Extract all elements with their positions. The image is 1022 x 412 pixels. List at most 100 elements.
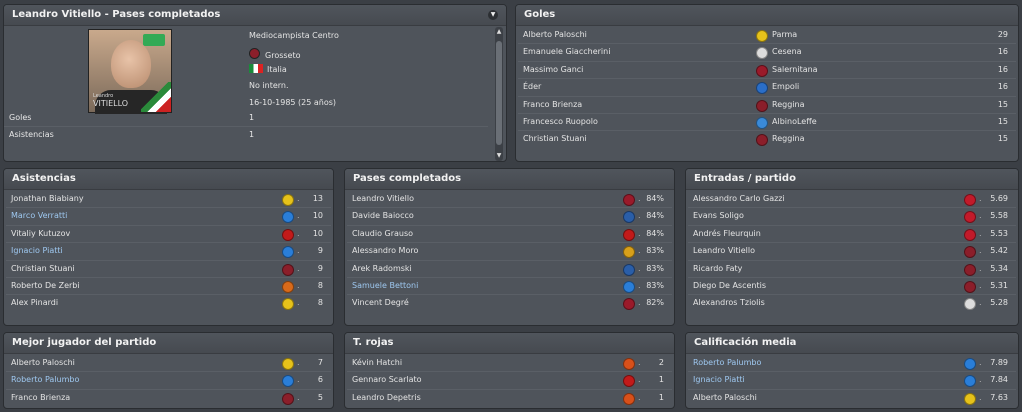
player-name[interactable]: Claudio Grauso <box>352 226 413 242</box>
club-badge-icon[interactable] <box>282 298 294 311</box>
club-badge-icon[interactable] <box>964 194 976 206</box>
entradas-row[interactable]: Leandro Vitiello. 5.42 <box>688 243 1016 261</box>
asistencias-row[interactable]: Marco Verratti. 10 <box>6 208 331 226</box>
mejor-row[interactable]: Alberto Paloschi. 7 <box>6 355 331 373</box>
club-badge-icon[interactable] <box>964 298 976 311</box>
player-name[interactable]: Roberto Palumbo <box>693 355 761 371</box>
player-name[interactable]: Vitaliy Kutuzov <box>11 226 70 242</box>
player-name[interactable]: Davide Baiocco <box>352 208 414 224</box>
club-badge-icon[interactable] <box>282 228 294 241</box>
player-name[interactable]: Leandro Vitiello <box>693 243 755 259</box>
club-badge-icon[interactable] <box>964 211 976 224</box>
player-name[interactable]: Franco Brienza <box>523 97 582 113</box>
player-name[interactable]: Alessandro Carlo Gazzi <box>693 191 785 207</box>
club-name[interactable]: Empoli <box>772 79 799 95</box>
asistencias-row[interactable]: Ignacio Piatti. 9 <box>6 243 331 261</box>
player-name[interactable]: Emanuele Giaccherini <box>523 44 610 60</box>
club-badge-icon[interactable] <box>756 134 768 147</box>
entradas-row[interactable]: Alessandro Carlo Gazzi. 5.69 <box>688 191 1016 209</box>
club-badge-icon[interactable] <box>756 47 768 60</box>
mejor-row[interactable]: Roberto Palumbo. 6 <box>6 372 331 390</box>
player-name[interactable]: Christian Stuani <box>11 261 75 277</box>
rojas-row[interactable]: Kévin Hatchi. 2 <box>347 355 672 373</box>
club-badge-icon[interactable] <box>282 280 294 293</box>
club-badge-icon[interactable] <box>282 194 294 206</box>
scroll-down-icon[interactable]: ▼ <box>495 152 503 160</box>
entradas-row[interactable]: Alexandros Tziolis. 5.28 <box>688 295 1016 311</box>
calificacion-row[interactable]: Ignacio Piatti. 7.84 <box>688 372 1016 390</box>
player-name[interactable]: Christian Stuani <box>523 131 587 147</box>
goles-row[interactable]: Christian Stuani Reggina 15 <box>518 131 1016 147</box>
entradas-row[interactable]: Andrés Fleurquin. 5.53 <box>688 226 1016 244</box>
club-badge-icon[interactable] <box>282 246 294 259</box>
club-badge-icon[interactable] <box>964 358 976 370</box>
club-badge-icon[interactable] <box>623 358 635 370</box>
mejor-row[interactable]: Franco Brienza. 5 <box>6 390 331 406</box>
player-name[interactable]: Jonathan Biabiany <box>11 191 84 207</box>
calificacion-row[interactable]: Alberto Paloschi. 7.63 <box>688 390 1016 406</box>
player-name[interactable]: Evans Soligo <box>693 208 744 224</box>
club-badge-icon[interactable] <box>623 392 635 405</box>
club-badge-icon[interactable] <box>282 392 294 405</box>
pases-row[interactable]: Davide Baiocco. 84% <box>347 208 672 226</box>
player-name[interactable]: Alexandros Tziolis <box>693 295 765 311</box>
player-name[interactable]: Ricardo Faty <box>693 261 742 277</box>
player-name[interactable]: Diego De Ascentis <box>693 278 766 294</box>
player-name[interactable]: Roberto De Zerbi <box>11 278 80 294</box>
player-name[interactable]: Samuele Bettoni <box>352 278 418 294</box>
club-badge-icon[interactable] <box>756 116 768 129</box>
club-badge-icon[interactable] <box>756 82 768 95</box>
player-name[interactable]: Arek Radomski <box>352 261 412 277</box>
goles-row[interactable]: Alberto Paloschi Parma 29 <box>518 27 1016 45</box>
player-name[interactable]: Leandro Depetris <box>352 390 421 406</box>
pases-row[interactable]: Samuele Bettoni. 83% <box>347 278 672 296</box>
club-name[interactable]: Reggina <box>772 131 804 147</box>
club-badge-icon[interactable] <box>282 263 294 276</box>
scroll-up-icon[interactable]: ▲ <box>495 28 503 36</box>
rojas-row[interactable]: Leandro Depetris. 1 <box>347 390 672 406</box>
pases-row[interactable]: Arek Radomski. 83% <box>347 261 672 278</box>
player-club[interactable]: Grosseto <box>249 48 301 60</box>
player-name[interactable]: Alex Pinardi <box>11 295 58 311</box>
pases-row[interactable]: Leandro Vitiello. 84% <box>347 191 672 209</box>
club-badge-icon[interactable] <box>623 298 635 311</box>
pases-row[interactable]: Vincent Degré. 82% <box>347 295 672 311</box>
club-badge-icon[interactable] <box>964 280 976 293</box>
player-name[interactable]: Éder <box>523 79 541 95</box>
player-name[interactable]: Roberto Palumbo <box>11 372 79 388</box>
club-name[interactable]: Parma <box>772 27 797 43</box>
player-name[interactable]: Alessandro Moro <box>352 243 418 259</box>
goles-row[interactable]: Massimo Ganci Salernitana 16 <box>518 62 1016 80</box>
club-name[interactable]: Salernitana <box>772 62 818 78</box>
club-badge-icon[interactable] <box>964 263 976 276</box>
rojas-row[interactable]: Gennaro Scarlato. 1 <box>347 372 672 390</box>
entradas-row[interactable]: Diego De Ascentis. 5.31 <box>688 278 1016 296</box>
club-badge-icon[interactable] <box>623 375 635 388</box>
player-name[interactable]: Andrés Fleurquin <box>693 226 761 242</box>
goles-row[interactable]: Emanuele Giaccherini Cesena 16 <box>518 44 1016 62</box>
player-name[interactable]: Francesco Ruopolo <box>523 114 598 130</box>
player-name[interactable]: Alberto Paloschi <box>11 355 75 371</box>
club-badge-icon[interactable] <box>282 358 294 370</box>
panel-menu-icon[interactable]: ▼ <box>488 10 498 20</box>
club-name[interactable]: Cesena <box>772 44 802 60</box>
player-name[interactable]: Ignacio Piatti <box>693 372 745 388</box>
pases-row[interactable]: Claudio Grauso. 84% <box>347 226 672 244</box>
player-nation[interactable]: Italia <box>249 64 287 74</box>
player-name[interactable]: Alberto Paloschi <box>693 390 757 406</box>
asistencias-row[interactable]: Christian Stuani. 9 <box>6 261 331 278</box>
asistencias-row[interactable]: Roberto De Zerbi. 8 <box>6 278 331 296</box>
player-name[interactable]: Ignacio Piatti <box>11 243 63 259</box>
club-badge-icon[interactable] <box>623 280 635 293</box>
club-badge-icon[interactable] <box>623 263 635 276</box>
club-badge-icon[interactable] <box>756 30 768 42</box>
player-name[interactable]: Alberto Paloschi <box>523 27 587 43</box>
scrollbar[interactable]: ▲ ▼ <box>495 27 503 161</box>
pases-row[interactable]: Alessandro Moro. 83% <box>347 243 672 261</box>
asistencias-row[interactable]: Jonathan Biabiany. 13 <box>6 191 331 209</box>
club-badge-icon[interactable] <box>282 375 294 388</box>
entradas-row[interactable]: Evans Soligo. 5.58 <box>688 208 1016 226</box>
entradas-row[interactable]: Ricardo Faty. 5.34 <box>688 261 1016 278</box>
club-name[interactable]: Reggina <box>772 97 804 113</box>
club-badge-icon[interactable] <box>964 392 976 405</box>
